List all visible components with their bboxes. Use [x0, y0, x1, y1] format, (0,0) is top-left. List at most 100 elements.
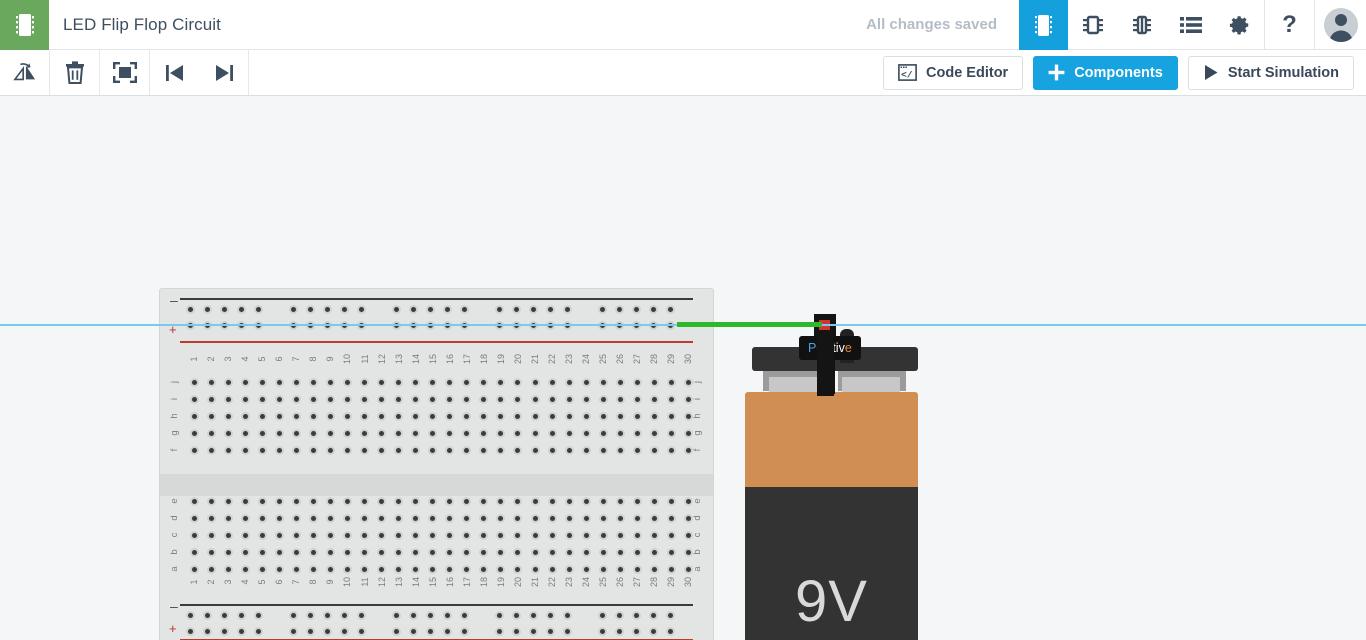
breadboard-hole[interactable]	[325, 530, 335, 540]
breadboard-hole[interactable]	[445, 513, 455, 523]
breadboard-hole[interactable]	[308, 377, 318, 387]
breadboard-hole[interactable]	[257, 513, 267, 523]
breadboard-hole[interactable]	[547, 530, 557, 540]
breadboard-hole[interactable]	[257, 564, 267, 574]
breadboard-hole[interactable]	[513, 496, 523, 506]
breadboard-hole[interactable]	[597, 304, 607, 314]
breadboard-hole[interactable]	[377, 530, 387, 540]
breadboard-hole[interactable]	[325, 394, 335, 404]
breadboard-hole[interactable]	[649, 394, 659, 404]
breadboard-hole[interactable]	[342, 513, 352, 523]
breadboard-hole[interactable]	[342, 496, 352, 506]
breadboard-hole[interactable]	[411, 547, 421, 557]
breadboard-hole[interactable]	[666, 428, 676, 438]
breadboard-hole[interactable]	[360, 513, 369, 523]
breadboard-hole[interactable]	[223, 496, 233, 506]
breadboard-hole[interactable]	[257, 394, 267, 404]
breadboard-hole[interactable]	[530, 513, 540, 523]
breadboard-hole[interactable]	[530, 428, 540, 438]
breadboard-hole[interactable]	[253, 610, 263, 620]
breadboard-hole[interactable]	[223, 547, 233, 557]
breadboard-hole[interactable]	[581, 547, 591, 557]
breadboard-hole[interactable]	[530, 445, 540, 455]
breadboard-hole[interactable]	[240, 445, 250, 455]
breadboard-hole[interactable]	[649, 428, 659, 438]
components-button[interactable]: Components	[1033, 55, 1178, 90]
breadboard-hole[interactable]	[581, 428, 591, 438]
breadboard-hole[interactable]	[305, 626, 315, 636]
breadboard[interactable]: – +1 2 3 4 5 6 7 8 9 10 11 12 13 14 15 16 17 18 19 20 21 22 23 2…	[160, 289, 713, 640]
breadboard-hole[interactable]	[530, 564, 540, 574]
breadboard-hole[interactable]	[479, 411, 489, 421]
breadboard-hole[interactable]	[631, 610, 641, 620]
breadboard-hole[interactable]	[339, 304, 349, 314]
breadboard-hole[interactable]	[496, 394, 506, 404]
breadboard-hole[interactable]	[377, 377, 387, 387]
breadboard-hole[interactable]	[411, 394, 421, 404]
breadboard-hole[interactable]	[665, 304, 675, 314]
breadboard-hole[interactable]	[394, 530, 404, 540]
breadboard-hole[interactable]	[547, 496, 557, 506]
breadboard-hole[interactable]	[377, 445, 387, 455]
breadboard-hole[interactable]	[408, 304, 418, 314]
breadboard-hole[interactable]	[291, 411, 301, 421]
breadboard-hole[interactable]	[632, 496, 642, 506]
breadboard-hole[interactable]	[614, 610, 624, 620]
breadboard-hole[interactable]	[342, 411, 352, 421]
breadboard-hole[interactable]	[291, 428, 301, 438]
breadboard-hole[interactable]	[665, 610, 675, 620]
breadboard-hole[interactable]	[632, 394, 642, 404]
breadboard-hole[interactable]	[377, 496, 387, 506]
breadboard-hole[interactable]	[462, 513, 472, 523]
breadboard-hole[interactable]	[564, 411, 574, 421]
settings-icon[interactable]	[1215, 0, 1264, 50]
breadboard-hole[interactable]	[411, 513, 421, 523]
breadboard-hole[interactable]	[223, 564, 233, 574]
breadboard-hole[interactable]	[496, 496, 506, 506]
breadboard-hole[interactable]	[240, 547, 250, 557]
breadboard-hole[interactable]	[649, 513, 659, 523]
breadboard-hole[interactable]	[547, 513, 557, 523]
breadboard-hole[interactable]	[223, 445, 233, 455]
breadboard-hole[interactable]	[614, 626, 624, 636]
breadboard-hole[interactable]	[189, 547, 199, 557]
breadboard-hole[interactable]	[528, 304, 538, 314]
breadboard-hole[interactable]	[632, 564, 642, 574]
breadboard-hole[interactable]	[666, 411, 676, 421]
breadboard-hole[interactable]	[325, 547, 335, 557]
breadboard-hole[interactable]	[581, 496, 591, 506]
breadboard-hole[interactable]	[649, 445, 659, 455]
breadboard-hole[interactable]	[291, 513, 301, 523]
breadboard-hole[interactable]	[445, 394, 455, 404]
breadboard-hole[interactable]	[479, 445, 489, 455]
breadboard-hole[interactable]	[257, 445, 267, 455]
breadboard-hole[interactable]	[411, 411, 421, 421]
breadboard-hole[interactable]	[189, 411, 199, 421]
breadboard-hole[interactable]	[479, 428, 489, 438]
breadboard-hole[interactable]	[394, 496, 404, 506]
green-wire[interactable]	[677, 322, 822, 327]
breadboard-hole[interactable]	[223, 411, 233, 421]
page-title[interactable]: LED Flip Flop Circuit	[49, 0, 221, 49]
breadboard-hole[interactable]	[356, 304, 366, 314]
breadboard-hole[interactable]	[325, 377, 335, 387]
breadboard-hole[interactable]	[360, 547, 369, 557]
breadboard-hole[interactable]	[308, 411, 318, 421]
breadboard-hole[interactable]	[291, 530, 301, 540]
breadboard-hole[interactable]	[598, 377, 608, 387]
breadboard-hole[interactable]	[462, 411, 472, 421]
breadboard-hole[interactable]	[325, 496, 335, 506]
breadboard-hole[interactable]	[462, 377, 472, 387]
breadboard-hole[interactable]	[666, 513, 676, 523]
breadboard-hole[interactable]	[274, 428, 284, 438]
breadboard-hole[interactable]	[649, 377, 659, 387]
breadboard-hole[interactable]	[308, 445, 318, 455]
breadboard-hole[interactable]	[411, 445, 421, 455]
breadboard-hole[interactable]	[564, 394, 574, 404]
app-logo[interactable]	[0, 0, 49, 50]
breadboard-hole[interactable]	[459, 304, 469, 314]
breadboard-hole[interactable]	[615, 530, 625, 540]
breadboard-hole[interactable]	[360, 394, 369, 404]
breadboard-hole[interactable]	[394, 411, 404, 421]
breadboard-hole[interactable]	[462, 547, 472, 557]
